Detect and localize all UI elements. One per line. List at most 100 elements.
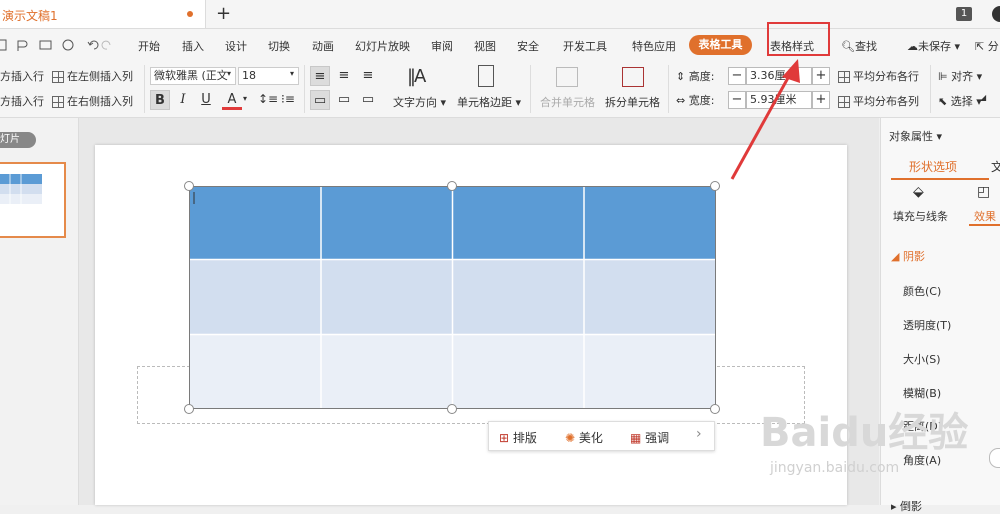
document-tab[interactable]: 演示文稿1 — [0, 0, 206, 28]
chevron-down-icon[interactable]: ▾ — [227, 69, 231, 78]
account-avatar[interactable] — [992, 6, 1000, 22]
ribbon-expand-icon[interactable]: ◢ — [980, 93, 986, 102]
table-icon: ▦ — [630, 431, 642, 445]
valign-middle-icon[interactable]: ▭ — [334, 90, 354, 110]
redo-icon[interactable] — [101, 40, 111, 50]
align-center-icon[interactable]: ≡ — [334, 66, 354, 86]
reflection-label: 倒影 — [900, 500, 923, 513]
split-cells-button[interactable]: 拆分单元格 — [605, 94, 660, 110]
shadow-label: 阴影 — [902, 250, 925, 263]
menu-review[interactable]: 审阅 — [431, 38, 453, 54]
underline-button[interactable]: U — [196, 90, 216, 110]
resize-handle[interactable] — [447, 181, 457, 191]
distribute-cols-button[interactable]: 平均分布各列 — [838, 93, 919, 109]
slide-table[interactable] — [189, 186, 716, 409]
height-increase-button[interactable]: + — [812, 67, 830, 85]
object-properties-title[interactable]: 对象属性 ▾ — [889, 128, 942, 144]
beautify-label: 美化 — [578, 431, 603, 445]
insert-row-below-button[interactable]: 方插入行 — [0, 93, 44, 109]
thumbnail-table-preview — [0, 174, 42, 204]
menu-table-tools[interactable]: 表格工具 — [689, 35, 752, 55]
slides-tab[interactable]: 幻灯片 — [0, 132, 36, 148]
cloud-icon: ☁ — [907, 40, 918, 53]
bullet-list-icon[interactable]: ⁝≡ — [281, 92, 295, 106]
insert-col-left-label: 在左侧插入列 — [67, 70, 133, 83]
print-icon[interactable] — [39, 40, 52, 50]
save-icon[interactable] — [0, 39, 7, 51]
tab-underline — [891, 178, 989, 180]
menu-developer[interactable]: 开发工具 — [563, 38, 607, 54]
slide-thumbnail[interactable] — [0, 162, 66, 238]
more-chevron-icon[interactable]: › — [696, 426, 702, 442]
effects-icon: ◰ — [977, 184, 991, 200]
table-quick-bar: ⊞ 排版 ✺ 美化 ▦ 强调 › — [488, 421, 715, 451]
beautify-button[interactable]: ✺ 美化 — [565, 429, 603, 446]
distribute-cols-label: 平均分布各列 — [853, 95, 919, 108]
tab-shape-options[interactable]: 形状选项 — [909, 158, 957, 175]
reflection-section[interactable]: ▸ 倒影 — [891, 498, 922, 514]
resize-handle[interactable] — [710, 181, 720, 191]
divider — [668, 65, 669, 113]
new-tab-button[interactable]: + — [216, 3, 231, 24]
undo-icon[interactable] — [87, 40, 99, 50]
align-left-icon[interactable]: ≡ — [310, 66, 330, 86]
menu-insert[interactable]: 插入 — [182, 38, 204, 54]
height-row: ⇕ 高度: — [676, 68, 714, 84]
width-label: 宽度: — [688, 94, 715, 107]
line-spacing-icon[interactable]: ↕≡ — [258, 92, 278, 106]
width-icon: ⇔ — [676, 94, 686, 107]
bold-button[interactable]: B — [150, 90, 170, 110]
chevron-down-icon[interactable]: ▾ — [290, 69, 294, 78]
insert-row-above-button[interactable]: 方插入行 — [0, 68, 44, 84]
ribbon-toolbar: 方插入行 方插入行 在左侧插入列 在右侧插入列 微软雅黑 (正文 ▾ 18 ▾ … — [0, 61, 1000, 118]
cell-margin-icon[interactable] — [478, 65, 494, 87]
search-button[interactable]: 🔍︎查找 — [841, 38, 877, 54]
menu-slideshow[interactable]: 幻灯片放映 — [355, 38, 410, 54]
text-direction-icon[interactable]: ‖A — [407, 66, 426, 87]
insert-col-right-button[interactable]: 在右侧插入列 — [52, 93, 133, 109]
insert-col-left-button[interactable]: 在左侧插入列 — [52, 68, 133, 84]
italic-button[interactable]: I — [173, 90, 193, 110]
object-properties-label: 对象属性 — [889, 130, 933, 143]
align-right-icon[interactable]: ≡ — [358, 66, 378, 86]
distribute-rows-button[interactable]: 平均分布各行 — [838, 68, 919, 84]
unsaved-button[interactable]: ☁未保存 ▾ — [907, 38, 960, 54]
chevron-down-icon[interactable]: ▾ — [243, 94, 247, 103]
search-icon: 🔍︎ — [841, 40, 855, 53]
resize-handle[interactable] — [447, 404, 457, 414]
window-count-badge[interactable]: 1 — [956, 7, 972, 21]
paste-icon[interactable] — [17, 40, 28, 51]
width-increase-button[interactable]: + — [812, 91, 830, 109]
menu-transition[interactable]: 切换 — [268, 38, 290, 54]
font-name-select[interactable]: 微软雅黑 (正文 — [150, 67, 236, 85]
menu-animation[interactable]: 动画 — [312, 38, 334, 54]
tab-fill-line[interactable]: 填充与线条 — [893, 208, 948, 224]
select-button[interactable]: ⬉ 选择 ▾ — [938, 93, 982, 109]
font-color-button[interactable]: A — [222, 90, 242, 110]
shadow-section[interactable]: ◢ 阴影 — [891, 248, 925, 264]
menu-security[interactable]: 安全 — [517, 38, 539, 54]
menu-view[interactable]: 视图 — [474, 38, 496, 54]
layout-button[interactable]: ⊞ 排版 — [499, 429, 537, 446]
emphasize-label: 强调 — [645, 431, 670, 445]
cell-margin-button[interactable]: 单元格边距 ▾ — [457, 94, 521, 110]
height-label: 高度: — [688, 70, 715, 83]
resize-handle[interactable] — [710, 404, 720, 414]
menu-home[interactable]: 开始 — [138, 38, 160, 54]
share-button[interactable]: ⇱ 分 — [975, 38, 999, 54]
valign-bottom-icon[interactable]: ▭ — [358, 90, 378, 110]
resize-handle[interactable] — [184, 181, 194, 191]
text-direction-button[interactable]: 文字方向 ▾ — [393, 94, 446, 110]
tab-text-options[interactable]: 文 — [991, 158, 1000, 175]
merge-cells-button[interactable]: 合并单元格 — [540, 94, 595, 110]
distribute-cols-icon — [838, 96, 850, 108]
align-button[interactable]: ⊫ 对齐 ▾ — [938, 68, 982, 84]
resize-handle[interactable] — [184, 404, 194, 414]
menu-design[interactable]: 设计 — [225, 38, 247, 54]
preview-icon[interactable] — [62, 39, 74, 51]
tab-effects[interactable]: 效果 — [974, 208, 996, 224]
emphasize-button[interactable]: ▦ 强调 — [630, 429, 669, 446]
menu-special-apps[interactable]: 特色应用 — [632, 38, 676, 54]
valign-top-icon[interactable]: ▭ — [310, 90, 330, 110]
angle-dial[interactable] — [989, 448, 1000, 468]
